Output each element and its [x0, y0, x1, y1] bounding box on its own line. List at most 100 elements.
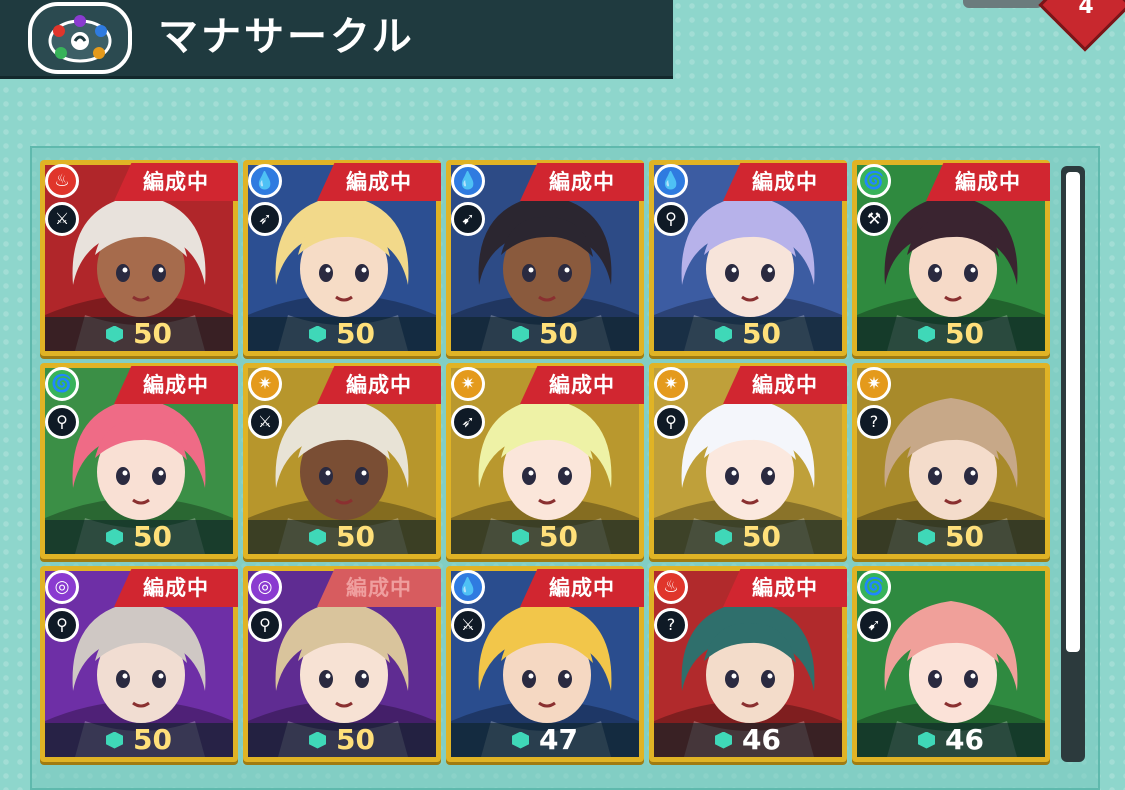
in-party-tag: 編成中 [317, 366, 441, 404]
mana-level: 50 [945, 317, 984, 350]
mana-gem-icon [715, 528, 733, 546]
mana-gem-icon [512, 731, 530, 749]
mana-level: 46 [742, 723, 781, 756]
bow-icon: ➹ [451, 202, 485, 236]
lance-icon: ➶ [248, 202, 282, 236]
mana-circle-emblem-icon [28, 2, 132, 74]
flame-element-icon: ♨ [45, 164, 79, 198]
staff-icon: ⚲ [248, 608, 282, 642]
adventurer-card[interactable]: 編成中 ♨ ⚔ 50 [40, 160, 238, 356]
in-party-tag: 編成中 [114, 569, 238, 607]
mana-level-bar: 46 [654, 723, 842, 757]
mana-level: 50 [133, 520, 172, 553]
wand-icon: ? [857, 405, 891, 439]
mana-level-bar: 50 [45, 317, 233, 351]
light-element-icon: ✷ [654, 367, 688, 401]
in-party-tag: 編成中 [317, 569, 441, 607]
mana-level: 50 [539, 317, 578, 350]
light-element-icon: ✷ [451, 367, 485, 401]
water-element-icon: 💧 [451, 570, 485, 604]
adventurer-card[interactable]: 編成中 💧 ➹ 50 [446, 160, 644, 356]
in-party-tag: 編成中 [723, 366, 847, 404]
in-party-tag: 編成中 [520, 366, 644, 404]
in-party-tag: 編成中 [520, 569, 644, 607]
mana-level-bar: 50 [248, 520, 436, 554]
mana-gem-icon [918, 528, 936, 546]
light-element-icon: ✷ [857, 367, 891, 401]
wind-element-icon: 🌀 [857, 570, 891, 604]
staff-icon: ⚲ [654, 405, 688, 439]
water-element-icon: 💧 [451, 164, 485, 198]
page-title: マナサークル [158, 14, 415, 60]
mana-gem-icon [715, 731, 733, 749]
mana-level: 46 [945, 723, 984, 756]
mana-level-bar: 50 [857, 317, 1045, 351]
notification-count: 4 [1078, 0, 1094, 19]
adventurer-card[interactable]: ✷? 50 [852, 363, 1050, 559]
adventurer-grid: 編成中 ♨ ⚔ 50 編成中 💧 ➶ 50 編成中 💧 ➹ 50 編成中 💧 ⚲… [40, 160, 1050, 770]
mana-level-bar: 50 [248, 723, 436, 757]
mana-gem-icon [918, 325, 936, 343]
mana-level: 50 [336, 723, 375, 756]
mana-gem-icon [309, 731, 327, 749]
mana-level-bar: 50 [248, 317, 436, 351]
mana-level: 50 [742, 317, 781, 350]
mana-gem-icon [309, 325, 327, 343]
axe-icon: ⚒ [857, 202, 891, 236]
adventurer-card[interactable]: 編成中 ✷ ⚲ 50 [649, 363, 847, 559]
mana-gem-icon [106, 528, 124, 546]
mana-gem-icon [512, 528, 530, 546]
mana-level: 50 [539, 520, 578, 553]
mana-level: 50 [133, 723, 172, 756]
menu-tab[interactable] [963, 0, 1043, 8]
in-party-tag: 編成中 [317, 163, 441, 201]
mana-gem-icon [106, 731, 124, 749]
mana-level: 50 [945, 520, 984, 553]
wind-element-icon: 🌀 [857, 164, 891, 198]
mana-gem-icon [918, 731, 936, 749]
adventurer-card[interactable]: 編成中 ✷ ➶ 50 [446, 363, 644, 559]
mana-level: 50 [133, 317, 172, 350]
wind-element-icon: 🌀 [45, 367, 79, 401]
in-party-tag: 編成中 [520, 163, 644, 201]
staff-icon: ⚲ [45, 608, 79, 642]
mana-level-bar: 50 [451, 520, 639, 554]
wand-icon: ? [654, 608, 688, 642]
adventurer-card[interactable]: 編成中 🌀 ⚒ 50 [852, 160, 1050, 356]
shadow-element-icon: ◎ [248, 570, 282, 604]
flame-element-icon: ♨ [654, 570, 688, 604]
mana-level-bar: 50 [45, 520, 233, 554]
bow-icon: ➹ [857, 608, 891, 642]
title-bar: マナサークル [0, 0, 673, 79]
adventurer-card[interactable]: 編成中 ✷ ⚔ 50 [243, 363, 441, 559]
mana-gem-icon [106, 325, 124, 343]
adventurer-card[interactable]: 編成中 💧 ➶ 50 [243, 160, 441, 356]
mana-level-bar: 50 [45, 723, 233, 757]
in-party-tag: 編成中 [114, 366, 238, 404]
in-party-tag: 編成中 [114, 163, 238, 201]
staff-icon: ⚲ [654, 202, 688, 236]
adventurer-card[interactable]: 編成中 ◎ ⚲ 50 [40, 566, 238, 762]
adventurer-card[interactable]: 🌀 ➹ 46 [852, 566, 1050, 762]
water-element-icon: 💧 [248, 164, 282, 198]
mana-level: 47 [539, 723, 578, 756]
light-element-icon: ✷ [248, 367, 282, 401]
mana-level-bar: 47 [451, 723, 639, 757]
mana-level: 50 [336, 317, 375, 350]
adventurer-card[interactable]: 編成中 🌀 ⚲ 50 [40, 363, 238, 559]
mana-gem-icon [309, 528, 327, 546]
mana-level-bar: 50 [451, 317, 639, 351]
mana-level-bar: 50 [857, 520, 1045, 554]
in-party-tag: 編成中 [926, 163, 1050, 201]
adventurer-card[interactable]: 編成中 💧 ⚲ 50 [649, 160, 847, 356]
scrollbar-thumb[interactable] [1066, 172, 1080, 652]
adventurer-card[interactable]: 編成中 💧 ⚔ 47 [446, 566, 644, 762]
mana-gem-icon [715, 325, 733, 343]
mana-level-bar: 50 [654, 520, 842, 554]
adventurer-card[interactable]: 編成中 ♨? 46 [649, 566, 847, 762]
adventurer-card[interactable]: 編成中 ◎ ⚲ 50 [243, 566, 441, 762]
mana-level: 50 [742, 520, 781, 553]
mana-level-bar: 50 [654, 317, 842, 351]
mana-gem-icon [512, 325, 530, 343]
shadow-element-icon: ◎ [45, 570, 79, 604]
